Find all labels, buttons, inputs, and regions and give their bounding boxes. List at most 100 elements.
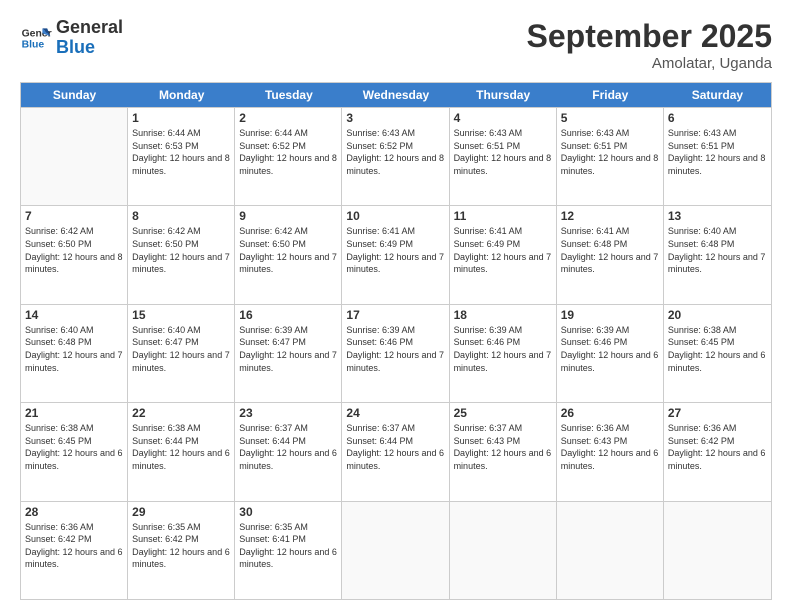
day-info: Sunrise: 6:40 AMSunset: 6:48 PMDaylight:… xyxy=(25,324,123,374)
day-number: 29 xyxy=(132,505,230,519)
day-number: 12 xyxy=(561,209,659,223)
logo-icon: General Blue xyxy=(20,22,52,54)
day-number: 6 xyxy=(668,111,767,125)
day-number: 23 xyxy=(239,406,337,420)
table-row: 5 Sunrise: 6:43 AMSunset: 6:51 PMDayligh… xyxy=(557,108,664,205)
logo-text: General Blue xyxy=(56,18,123,58)
day-number: 25 xyxy=(454,406,552,420)
header-friday: Friday xyxy=(557,83,664,107)
day-number: 26 xyxy=(561,406,659,420)
day-info: Sunrise: 6:37 AMSunset: 6:44 PMDaylight:… xyxy=(346,422,444,472)
day-info: Sunrise: 6:39 AMSunset: 6:46 PMDaylight:… xyxy=(346,324,444,374)
day-info: Sunrise: 6:35 AMSunset: 6:42 PMDaylight:… xyxy=(132,521,230,571)
day-number: 13 xyxy=(668,209,767,223)
day-number: 5 xyxy=(561,111,659,125)
header-thursday: Thursday xyxy=(450,83,557,107)
day-info: Sunrise: 6:43 AMSunset: 6:51 PMDaylight:… xyxy=(668,127,767,177)
header: General Blue General Blue September 2025… xyxy=(20,18,772,72)
table-row: 23 Sunrise: 6:37 AMSunset: 6:44 PMDaylig… xyxy=(235,403,342,500)
calendar: Sunday Monday Tuesday Wednesday Thursday… xyxy=(20,82,772,600)
table-row xyxy=(21,108,128,205)
table-row: 26 Sunrise: 6:36 AMSunset: 6:43 PMDaylig… xyxy=(557,403,664,500)
location: Amolatar, Uganda xyxy=(527,55,772,72)
table-row xyxy=(664,502,771,599)
table-row: 14 Sunrise: 6:40 AMSunset: 6:48 PMDaylig… xyxy=(21,305,128,402)
day-number: 28 xyxy=(25,505,123,519)
table-row: 13 Sunrise: 6:40 AMSunset: 6:48 PMDaylig… xyxy=(664,206,771,303)
header-tuesday: Tuesday xyxy=(235,83,342,107)
day-number: 17 xyxy=(346,308,444,322)
day-info: Sunrise: 6:42 AMSunset: 6:50 PMDaylight:… xyxy=(132,225,230,275)
table-row: 22 Sunrise: 6:38 AMSunset: 6:44 PMDaylig… xyxy=(128,403,235,500)
day-number: 2 xyxy=(239,111,337,125)
table-row: 4 Sunrise: 6:43 AMSunset: 6:51 PMDayligh… xyxy=(450,108,557,205)
day-number: 16 xyxy=(239,308,337,322)
table-row: 25 Sunrise: 6:37 AMSunset: 6:43 PMDaylig… xyxy=(450,403,557,500)
month-title: September 2025 xyxy=(527,18,772,55)
day-number: 11 xyxy=(454,209,552,223)
day-info: Sunrise: 6:38 AMSunset: 6:45 PMDaylight:… xyxy=(25,422,123,472)
day-info: Sunrise: 6:41 AMSunset: 6:48 PMDaylight:… xyxy=(561,225,659,275)
table-row: 1 Sunrise: 6:44 AMSunset: 6:53 PMDayligh… xyxy=(128,108,235,205)
day-number: 8 xyxy=(132,209,230,223)
day-info: Sunrise: 6:36 AMSunset: 6:42 PMDaylight:… xyxy=(668,422,767,472)
day-number: 30 xyxy=(239,505,337,519)
day-info: Sunrise: 6:38 AMSunset: 6:45 PMDaylight:… xyxy=(668,324,767,374)
day-number: 14 xyxy=(25,308,123,322)
day-number: 18 xyxy=(454,308,552,322)
day-number: 20 xyxy=(668,308,767,322)
day-info: Sunrise: 6:35 AMSunset: 6:41 PMDaylight:… xyxy=(239,521,337,571)
table-row: 9 Sunrise: 6:42 AMSunset: 6:50 PMDayligh… xyxy=(235,206,342,303)
title-block: September 2025 Amolatar, Uganda xyxy=(527,18,772,72)
week-row-2: 7 Sunrise: 6:42 AMSunset: 6:50 PMDayligh… xyxy=(21,205,771,303)
day-number: 9 xyxy=(239,209,337,223)
header-monday: Monday xyxy=(128,83,235,107)
table-row: 3 Sunrise: 6:43 AMSunset: 6:52 PMDayligh… xyxy=(342,108,449,205)
table-row: 16 Sunrise: 6:39 AMSunset: 6:47 PMDaylig… xyxy=(235,305,342,402)
day-info: Sunrise: 6:43 AMSunset: 6:52 PMDaylight:… xyxy=(346,127,444,177)
day-info: Sunrise: 6:41 AMSunset: 6:49 PMDaylight:… xyxy=(346,225,444,275)
day-number: 22 xyxy=(132,406,230,420)
week-row-4: 21 Sunrise: 6:38 AMSunset: 6:45 PMDaylig… xyxy=(21,402,771,500)
week-row-1: 1 Sunrise: 6:44 AMSunset: 6:53 PMDayligh… xyxy=(21,107,771,205)
svg-text:Blue: Blue xyxy=(22,39,45,50)
table-row: 15 Sunrise: 6:40 AMSunset: 6:47 PMDaylig… xyxy=(128,305,235,402)
day-info: Sunrise: 6:44 AMSunset: 6:53 PMDaylight:… xyxy=(132,127,230,177)
day-info: Sunrise: 6:40 AMSunset: 6:48 PMDaylight:… xyxy=(668,225,767,275)
day-info: Sunrise: 6:37 AMSunset: 6:43 PMDaylight:… xyxy=(454,422,552,472)
page: General Blue General Blue September 2025… xyxy=(0,0,792,612)
table-row: 6 Sunrise: 6:43 AMSunset: 6:51 PMDayligh… xyxy=(664,108,771,205)
week-row-3: 14 Sunrise: 6:40 AMSunset: 6:48 PMDaylig… xyxy=(21,304,771,402)
day-number: 10 xyxy=(346,209,444,223)
day-number: 1 xyxy=(132,111,230,125)
day-info: Sunrise: 6:42 AMSunset: 6:50 PMDaylight:… xyxy=(239,225,337,275)
table-row: 8 Sunrise: 6:42 AMSunset: 6:50 PMDayligh… xyxy=(128,206,235,303)
table-row: 12 Sunrise: 6:41 AMSunset: 6:48 PMDaylig… xyxy=(557,206,664,303)
day-number: 3 xyxy=(346,111,444,125)
table-row: 2 Sunrise: 6:44 AMSunset: 6:52 PMDayligh… xyxy=(235,108,342,205)
day-info: Sunrise: 6:39 AMSunset: 6:46 PMDaylight:… xyxy=(454,324,552,374)
table-row: 18 Sunrise: 6:39 AMSunset: 6:46 PMDaylig… xyxy=(450,305,557,402)
day-number: 19 xyxy=(561,308,659,322)
table-row: 27 Sunrise: 6:36 AMSunset: 6:42 PMDaylig… xyxy=(664,403,771,500)
day-info: Sunrise: 6:37 AMSunset: 6:44 PMDaylight:… xyxy=(239,422,337,472)
day-info: Sunrise: 6:36 AMSunset: 6:43 PMDaylight:… xyxy=(561,422,659,472)
table-row: 29 Sunrise: 6:35 AMSunset: 6:42 PMDaylig… xyxy=(128,502,235,599)
day-number: 21 xyxy=(25,406,123,420)
table-row: 17 Sunrise: 6:39 AMSunset: 6:46 PMDaylig… xyxy=(342,305,449,402)
day-number: 4 xyxy=(454,111,552,125)
header-wednesday: Wednesday xyxy=(342,83,449,107)
day-number: 27 xyxy=(668,406,767,420)
day-info: Sunrise: 6:39 AMSunset: 6:46 PMDaylight:… xyxy=(561,324,659,374)
day-number: 7 xyxy=(25,209,123,223)
day-info: Sunrise: 6:39 AMSunset: 6:47 PMDaylight:… xyxy=(239,324,337,374)
day-info: Sunrise: 6:43 AMSunset: 6:51 PMDaylight:… xyxy=(454,127,552,177)
day-number: 24 xyxy=(346,406,444,420)
header-sunday: Sunday xyxy=(21,83,128,107)
day-info: Sunrise: 6:44 AMSunset: 6:52 PMDaylight:… xyxy=(239,127,337,177)
week-row-5: 28 Sunrise: 6:36 AMSunset: 6:42 PMDaylig… xyxy=(21,501,771,599)
table-row: 20 Sunrise: 6:38 AMSunset: 6:45 PMDaylig… xyxy=(664,305,771,402)
table-row: 7 Sunrise: 6:42 AMSunset: 6:50 PMDayligh… xyxy=(21,206,128,303)
table-row: 11 Sunrise: 6:41 AMSunset: 6:49 PMDaylig… xyxy=(450,206,557,303)
table-row xyxy=(557,502,664,599)
